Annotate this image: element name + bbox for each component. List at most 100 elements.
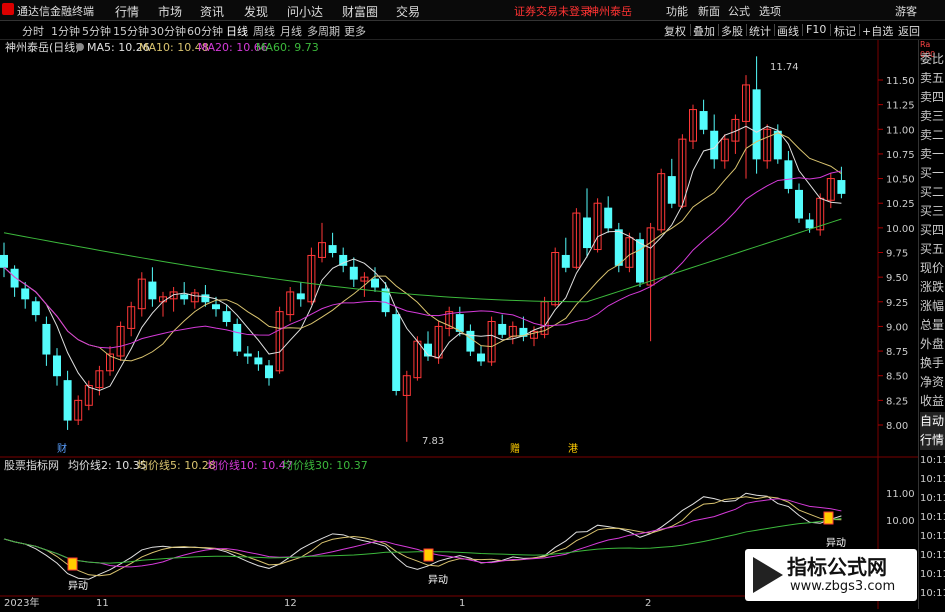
stock-label[interactable]: 神州泰岳(日线): [5, 40, 80, 54]
time-label-2023: 2023年: [4, 596, 39, 609]
menu-item-wealth[interactable]: 财富圈: [342, 3, 378, 20]
period-tab-monthly[interactable]: 月线: [280, 23, 302, 39]
candle-down: [328, 245, 337, 254]
candle-down: [296, 293, 305, 300]
panel-buy3: 买三: [920, 204, 945, 218]
panel-auto-toggle[interactable]: 自动: [920, 412, 945, 431]
candle-down: [498, 323, 507, 335]
candle-down: [773, 130, 782, 160]
menu-item-discover[interactable]: 发现: [244, 3, 268, 20]
add-watchlist-button[interactable]: +自选: [862, 23, 893, 39]
price-tick-label: 10.50: [886, 175, 915, 186]
candle-down: [837, 180, 846, 194]
menu-item-options[interactable]: 选项: [759, 3, 781, 19]
menu-item-quotes[interactable]: 行情: [115, 3, 139, 20]
ma-lines: [3, 125, 842, 392]
candle-down: [699, 111, 708, 130]
candle-down: [233, 323, 242, 352]
candle-down: [795, 189, 803, 219]
tool-overlay-button[interactable]: 叠加: [693, 23, 715, 39]
tool-stats-button[interactable]: 统计: [749, 23, 771, 39]
candle-down: [63, 380, 72, 421]
price-tick-label: 9.75: [886, 249, 908, 260]
event-marker-cai[interactable]: 财: [57, 442, 67, 455]
login-notice[interactable]: 证券交易未登录: [514, 3, 591, 19]
period-tab-1min[interactable]: 1分钟: [51, 23, 80, 39]
candle-down: [614, 229, 623, 266]
panel-sell4: 卖四: [920, 90, 945, 104]
candle-down: [805, 219, 814, 229]
kline-chart[interactable]: 11.50 11.25 11.00 10.75 10.50 10.25 10.00 9.75 9…: [0, 40, 918, 609]
ind-tick-10: 10.00: [886, 516, 915, 527]
avg30-label: 均价线30: 10.37: [282, 458, 368, 472]
panel-buy5: 买五: [920, 242, 945, 256]
tool-draw-button[interactable]: 画线: [777, 23, 799, 39]
candle-down: [10, 268, 19, 288]
period-tab-60min[interactable]: 60分钟: [187, 23, 223, 39]
tool-multistock-button[interactable]: 多股: [721, 23, 743, 39]
time-label-11: 11: [96, 598, 109, 609]
menu-item-xiaoda[interactable]: 问小达: [287, 3, 323, 20]
signal-label: 异动: [428, 574, 448, 586]
avg10-line: [3, 498, 842, 568]
panel-quote-toggle[interactable]: 行情: [920, 431, 945, 450]
menu-item-formula[interactable]: 公式: [728, 3, 750, 19]
tool-separator: [859, 24, 860, 36]
period-tab-15min[interactable]: 15分钟: [113, 23, 149, 39]
period-tab-30min[interactable]: 30分钟: [150, 23, 186, 39]
candle-down: [53, 355, 61, 377]
candle-down: [222, 311, 231, 322]
tick-time: 10:11: [920, 455, 945, 466]
app-title: 通达信金融终端: [17, 5, 94, 18]
indicator-name[interactable]: 股票指标网: [4, 458, 59, 472]
time-label-12: 12: [284, 598, 297, 609]
candle-down: [180, 294, 189, 300]
tick-time: 10:11: [920, 531, 945, 542]
low-price-label: 7.83: [422, 436, 444, 447]
period-tab-daily[interactable]: 日线: [226, 23, 248, 39]
period-tab-multi[interactable]: 多周期: [307, 23, 340, 39]
menu-item-new-page[interactable]: 新面: [698, 3, 720, 19]
signal-marker[interactable]: [823, 511, 834, 525]
ma60-label: MA60: 9.73: [256, 41, 319, 54]
panel-turnover: 换手: [920, 356, 945, 370]
period-tab-weekly[interactable]: 周线: [253, 23, 275, 39]
menu-item-trade[interactable]: 交易: [396, 3, 420, 20]
tool-separator: [746, 24, 747, 36]
price-axis: 11.50 11.25 11.00 10.75 10.50 10.25 10.00 9.75 9…: [878, 76, 915, 432]
back-button[interactable]: 返回: [898, 23, 920, 39]
tool-f10-button[interactable]: F10: [806, 23, 826, 36]
candle-down: [31, 301, 40, 316]
indicator-group: [3, 492, 842, 580]
event-marker-gang[interactable]: 港: [568, 443, 578, 455]
signal-marker[interactable]: [423, 548, 434, 562]
ma60-line: [3, 218, 842, 303]
panel-earnings: 收益: [920, 394, 945, 408]
chart-area[interactable]: 11.50 11.25 11.00 10.75 10.50 10.25 10.00 9.75 9…: [0, 40, 945, 609]
avg30-line: [3, 517, 842, 564]
panel-buy2: 买二: [920, 185, 945, 199]
period-tab-more[interactable]: 更多: [344, 23, 366, 39]
panel-sell1: 卖一: [920, 147, 945, 161]
avg2-line: [3, 492, 842, 580]
period-tab-5min[interactable]: 5分钟: [82, 23, 111, 39]
settings-icon[interactable]: [76, 43, 84, 51]
period-tab-intraday[interactable]: 分时: [22, 23, 44, 39]
tool-adjust-button[interactable]: 复权: [664, 23, 686, 39]
menu-item-function[interactable]: 功能: [666, 3, 688, 19]
guest-label[interactable]: 游客: [895, 3, 917, 19]
high-price-label: 11.74: [770, 62, 799, 73]
candle-down: [604, 207, 613, 229]
candle-down: [349, 266, 358, 280]
tick-time: 10:11: [920, 493, 945, 504]
menu-item-news[interactable]: 资讯: [200, 3, 224, 20]
event-marker-zeng[interactable]: 赠: [510, 442, 520, 455]
avg5-line: [3, 496, 842, 577]
price-tick-label: 10.25: [886, 199, 915, 210]
tool-mark-button[interactable]: 标记: [834, 23, 856, 39]
avg2-label: 均价线2: 10.35: [68, 458, 147, 472]
signal-marker[interactable]: [67, 557, 78, 571]
candle-down: [583, 217, 591, 249]
ind-tick-11: 11.00: [886, 489, 915, 500]
menu-item-market[interactable]: 市场: [158, 3, 182, 20]
